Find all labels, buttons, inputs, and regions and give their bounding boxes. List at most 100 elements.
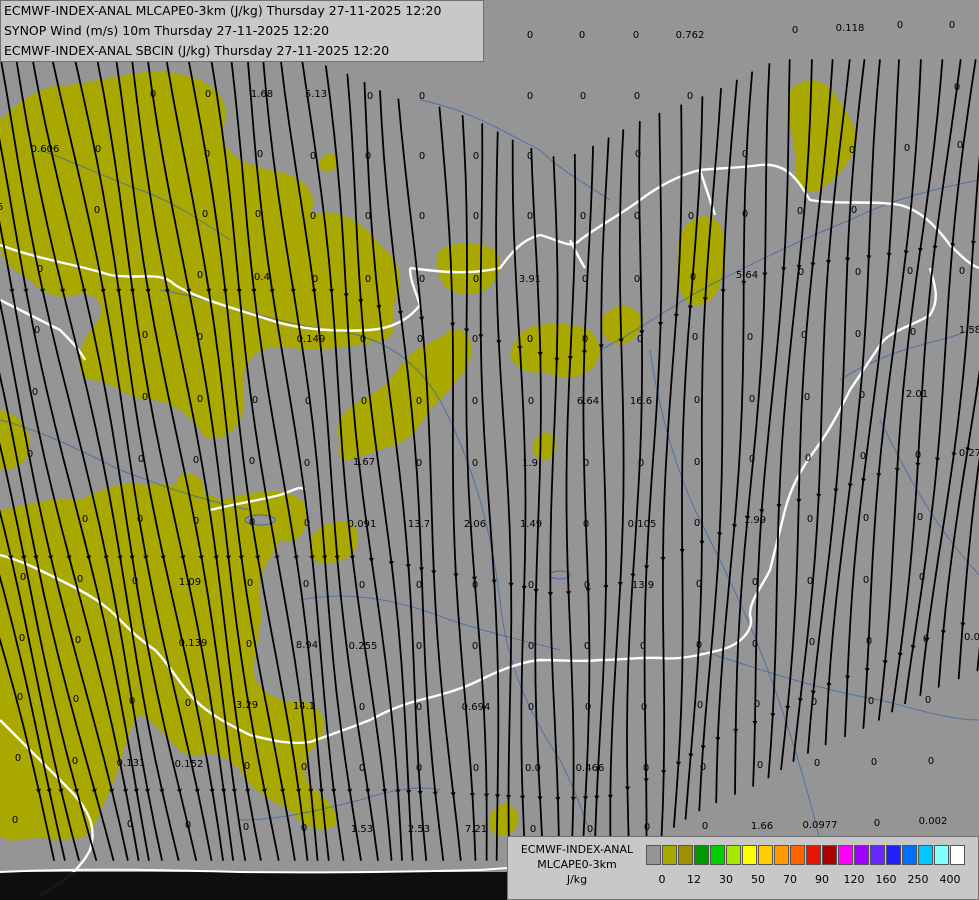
sbcin-value: 1.09 <box>179 577 201 588</box>
sbcin-value: 0.4 <box>254 272 270 283</box>
sbcin-value: 0 <box>807 576 813 587</box>
sbcin-value: 3.91 <box>519 274 541 285</box>
sbcin-value: 0 <box>801 330 807 341</box>
sbcin-value: 0 <box>690 272 696 283</box>
legend-subtitle: MLCAPE0-3km <box>537 858 617 871</box>
sbcin-value: 0 <box>205 89 211 100</box>
sbcin-value: 6.64 <box>577 396 599 407</box>
sbcin-value: 0 <box>634 91 640 102</box>
sbcin-value: 0 <box>72 756 78 767</box>
sbcin-value: 0 <box>749 454 755 465</box>
sbcin-value: 0 <box>910 327 916 338</box>
sbcin-value: 0 <box>249 517 255 528</box>
sbcin-value: 0 <box>634 274 640 285</box>
sbcin-value: 0 <box>696 579 702 590</box>
sbcin-value: 5.13 <box>305 89 327 100</box>
sbcin-value: 16.6 <box>630 396 652 407</box>
sbcin-value: 0 <box>742 209 748 220</box>
sbcin-value: 0 <box>635 149 641 160</box>
sbcin-value: 0.255 <box>349 641 378 652</box>
sbcin-value: 0 <box>303 579 309 590</box>
sbcin-value: 1.58 <box>959 325 979 336</box>
sbcin-value: 0.118 <box>836 23 865 34</box>
legend-swatch <box>822 845 837 865</box>
sbcin-value: 0 <box>904 143 910 154</box>
sbcin-value: 0 <box>310 151 316 162</box>
sbcin-value: 0 <box>419 91 425 102</box>
header-line-synop-wind: SYNOP Wind (m/s) 10m Thursday 27-11-2025… <box>4 23 330 38</box>
sbcin-value: 0 <box>359 702 365 713</box>
sbcin-value: 0 <box>94 205 100 216</box>
legend-swatch <box>934 845 949 865</box>
sbcin-value: 0 <box>257 149 263 160</box>
legend-swatch <box>662 845 677 865</box>
legend-swatch <box>790 845 805 865</box>
sbcin-value: 0 <box>416 458 422 469</box>
sbcin-value: 0.0 <box>964 632 979 643</box>
sbcin-value: 0 <box>127 819 133 830</box>
legend-swatch <box>918 845 933 865</box>
sbcin-value: 1.53 <box>351 824 373 835</box>
sbcin-value: 0 <box>809 637 815 648</box>
sbcin-value: 0 <box>75 635 81 646</box>
sbcin-value: 0 <box>365 274 371 285</box>
sbcin-value: 2.01 <box>906 389 928 400</box>
legend-swatch <box>838 845 853 865</box>
sbcin-value: 0 <box>132 576 138 587</box>
sbcin-value: 0 <box>365 211 371 222</box>
sbcin-value: 0 <box>527 211 533 222</box>
sbcin-value: 0 <box>304 518 310 529</box>
sbcin-value: 0 <box>637 334 643 345</box>
sbcin-value: 0 <box>255 209 261 220</box>
legend-swatch <box>694 845 709 865</box>
sbcin-value: 0 <box>27 449 33 460</box>
sbcin-value: 0 <box>580 211 586 222</box>
sbcin-value: 0 <box>142 392 148 403</box>
sbcin-value: 0 <box>82 514 88 525</box>
sbcin-value: 0 <box>949 20 955 31</box>
sbcin-value: 0 <box>587 824 593 835</box>
sbcin-value: 0 <box>20 572 26 583</box>
weather-map[interactable]: 0 0 0 0 0 0 0 0 0.762 0 0.118 0 0 0 0 1.68 5.13 0 0 0 0 0 0 0 0.… <box>0 0 979 900</box>
legend-tick-label: 30 <box>719 873 733 886</box>
sbcin-value: 0 <box>193 455 199 466</box>
sbcin-value: 0 <box>419 274 425 285</box>
sbcin-value: 0 <box>360 334 366 345</box>
header-line-sbcin: ECMWF-INDEX-ANAL SBCIN (J/kg) Thursday 2… <box>4 43 390 58</box>
sbcin-value: 0 <box>702 821 708 832</box>
sbcin-value: 0 <box>868 696 874 707</box>
sbcin-value: 0 <box>742 149 748 160</box>
sbcin-value: 0 <box>417 334 423 345</box>
sbcin-value: 0 <box>416 702 422 713</box>
sbcin-value: 0 <box>419 211 425 222</box>
sbcin-value: 0 <box>583 458 589 469</box>
sbcin-value: 0.105 <box>628 519 657 530</box>
sbcin-value: 0 <box>95 144 101 155</box>
sbcin-value: 0 <box>643 763 649 774</box>
sbcin-value: 0 <box>583 519 589 530</box>
sbcin-value: 0 <box>185 698 191 709</box>
sbcin-value: 0 <box>757 760 763 771</box>
sbcin-value: 2.06 <box>464 519 486 530</box>
sbcin-value: 0 <box>752 639 758 650</box>
legend-swatch <box>758 845 773 865</box>
sbcin-value: 0 <box>197 394 203 405</box>
sbcin-value: 0 <box>959 266 965 277</box>
sbcin-value: 0 <box>197 332 203 343</box>
legend-swatch <box>646 845 661 865</box>
sbcin-value: 0 <box>638 458 644 469</box>
sbcin-value: 0 <box>138 454 144 465</box>
legend-tick-label: 160 <box>875 873 897 886</box>
sbcin-value: 0 <box>640 641 646 652</box>
sbcin-value: 0 <box>193 516 199 527</box>
sbcin-value: 0 <box>247 578 253 589</box>
map-header: ECMWF-INDEX-ANAL MLCAPE0-3km (J/kg) Thur… <box>0 0 484 62</box>
sbcin-value: 0 <box>692 332 698 343</box>
sbcin-value: 0 <box>416 641 422 652</box>
sbcin-value: 1.49 <box>520 519 542 530</box>
legend-tick-label: 0 <box>658 873 666 886</box>
sbcin-value: 0 <box>805 453 811 464</box>
sbcin-value: 0 <box>367 91 373 102</box>
legend-swatch <box>710 845 725 865</box>
sbcin-value: 0 <box>866 636 872 647</box>
